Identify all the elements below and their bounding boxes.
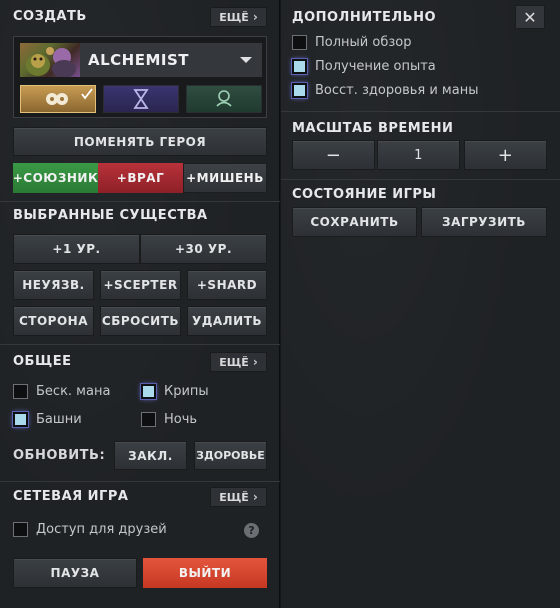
chevron-right-icon: ›	[252, 490, 258, 504]
timescale-title: МАСШТАБ ВРЕМЕНИ	[292, 121, 454, 136]
add-scepter-button[interactable]: +SCEPTER	[100, 270, 181, 300]
load-state-button[interactable]: ЗАГРУЗИТЬ	[421, 207, 547, 237]
checkbox-box-checked	[13, 412, 28, 427]
hero-dropdown[interactable]: ALCHEMIST	[20, 43, 262, 78]
checkbox-box	[292, 35, 307, 50]
alchemist-portrait-icon	[26, 47, 76, 78]
night-label: Ночь	[164, 412, 198, 427]
add-target-button[interactable]: +МИШЕНЬ	[183, 163, 267, 193]
chevron-right-icon: ›	[252, 355, 258, 369]
attribute-agility-toggle[interactable]	[103, 85, 179, 113]
demo-panel-right: ДОПОЛНИТЕЛЬНО ✕ Полный обзор Получение о…	[281, 0, 560, 608]
towers-checkbox[interactable]: Башни	[13, 412, 82, 427]
pause-button[interactable]: ПАУЗА	[13, 558, 137, 588]
gain-experience-label: Получение опыта	[315, 59, 436, 74]
refresh-label: ОБНОВИТЬ:	[13, 448, 106, 463]
timescale-plus-button[interactable]: +	[464, 140, 547, 170]
tree-icon	[216, 90, 232, 107]
refresh-cooldowns-button[interactable]: ЗАКЛ.	[114, 441, 187, 470]
selected-units-title: ВЫБРАННЫЕ СУЩЕСТВА	[13, 208, 208, 223]
save-state-button[interactable]: СОХРАНИТЬ	[292, 207, 417, 237]
invulnerable-button[interactable]: НЕУЯЗВ.	[13, 270, 94, 300]
add-ally-button[interactable]: +СОЮЗНИК	[13, 163, 98, 193]
friends-access-label: Доступ для друзей	[36, 522, 167, 537]
towers-label: Башни	[36, 412, 82, 427]
attribute-strength-toggle[interactable]	[20, 85, 96, 113]
checkbox-box-checked	[141, 384, 156, 399]
friends-access-checkbox[interactable]: Доступ для друзей	[13, 522, 167, 537]
timescale-value: 1	[377, 140, 460, 170]
create-title: СОЗДАТЬ	[13, 9, 87, 24]
attribute-intelligence-toggle[interactable]	[186, 85, 262, 113]
selected-check-icon	[81, 88, 93, 100]
dropdown-arrow-icon	[240, 57, 252, 63]
infinite-mana-label: Беск. мана	[36, 384, 111, 399]
divider	[0, 201, 280, 202]
game-state-title: СОСТОЯНИЕ ИГРЫ	[292, 187, 437, 202]
add-shard-button[interactable]: +SHARD	[187, 270, 267, 300]
full-vision-label: Полный обзор	[315, 35, 412, 50]
divider	[281, 179, 560, 180]
checkbox-box	[13, 522, 28, 537]
swap-hero-button[interactable]: ПОМЕНЯТЬ ГЕРОЯ	[13, 127, 267, 156]
chevron-right-icon: ›	[252, 10, 258, 24]
reset-button[interactable]: СБРОСИТЬ	[100, 306, 181, 336]
refresh-health-button[interactable]: ЗДОРОВЬЕ	[194, 441, 267, 470]
hourglass-icon	[133, 89, 149, 109]
side-button[interactable]: СТОРОНА	[13, 306, 94, 336]
general-more-label: ЕЩЁ	[219, 355, 249, 369]
level-up-1-button[interactable]: +1 УР.	[13, 234, 140, 264]
hero-picker: ALCHEMIST	[13, 36, 267, 118]
checkbox-box	[13, 384, 28, 399]
full-vision-checkbox[interactable]: Полный обзор	[292, 35, 411, 50]
timescale-minus-button[interactable]: −	[292, 140, 375, 170]
network-title: СЕТЕВАЯ ИГРА	[13, 489, 129, 504]
divider	[281, 111, 560, 112]
hero-portrait	[20, 43, 80, 78]
add-enemy-button[interactable]: +ВРАГ	[98, 163, 183, 193]
general-more-button[interactable]: ЕЩЁ ›	[210, 352, 267, 372]
network-more-label: ЕЩЁ	[219, 490, 249, 504]
demo-panel-left: СОЗДАТЬ ЕЩЁ › ALCHEMIST ПОМЕНЯТЬ ГЕРОЯ +…	[0, 0, 280, 608]
regen-label: Восст. здоровья и маны	[315, 83, 479, 98]
regen-checkbox[interactable]: Восст. здоровья и маны	[292, 83, 478, 98]
night-checkbox[interactable]: Ночь	[141, 412, 197, 427]
exit-button[interactable]: ВЫЙТИ	[143, 558, 267, 588]
checkbox-box-checked	[292, 59, 307, 74]
divider	[0, 481, 280, 482]
help-icon[interactable]: ?	[244, 523, 259, 538]
network-more-button[interactable]: ЕЩЁ ›	[210, 487, 267, 507]
delete-button[interactable]: УДАЛИТЬ	[187, 306, 267, 336]
creeps-checkbox[interactable]: Крипы	[141, 384, 209, 399]
divider	[0, 344, 280, 345]
strength-icon	[46, 93, 68, 105]
checkbox-box-checked	[292, 83, 307, 98]
creeps-label: Крипы	[164, 384, 209, 399]
close-icon[interactable]: ✕	[515, 5, 545, 29]
hero-name: ALCHEMIST	[88, 51, 190, 69]
create-more-button[interactable]: ЕЩЁ ›	[210, 7, 267, 27]
additional-title: ДОПОЛНИТЕЛЬНО	[292, 10, 437, 25]
checkbox-box	[141, 412, 156, 427]
infinite-mana-checkbox[interactable]: Беск. мана	[13, 384, 110, 399]
gain-experience-checkbox[interactable]: Получение опыта	[292, 59, 436, 74]
level-up-30-button[interactable]: +30 УР.	[140, 234, 267, 264]
create-more-label: ЕЩЁ	[219, 10, 249, 24]
general-title: ОБЩЕЕ	[13, 354, 72, 369]
